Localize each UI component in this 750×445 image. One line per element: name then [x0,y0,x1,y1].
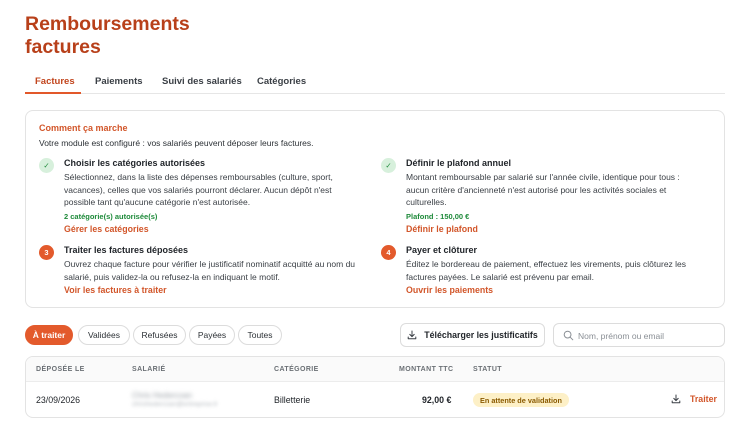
row-category: Billetterie [274,395,311,405]
tab-bar: Factures Paiements Suivi des salariés Ca… [25,70,725,94]
step-categories: ✓ Choisir les catégories autorisées Séle… [39,158,339,238]
step-description: Montant remboursable par salarié sur l'a… [406,172,680,208]
row-date: 23/09/2026 [36,395,81,405]
step-traiter: 3 Traiter les factures déposées Ouvrez c… [39,245,355,301]
tab-suivi-salaries[interactable]: Suivi des salariés [162,76,242,87]
invoices-table: DÉPOSÉE LE SALARIÉ CATÉGORIE MONTANT TTC… [25,356,725,418]
download-icon[interactable] [671,394,681,404]
step-title: Choisir les catégories autorisées [64,158,206,168]
check-icon: ✓ [381,158,396,173]
search-icon [563,330,574,341]
process-invoice-button[interactable]: Traiter [690,394,717,404]
table-row[interactable]: 23/09/2026 Chris Hedercoan chrishedercoa… [26,382,724,417]
filter-validees[interactable]: Validées [78,325,130,345]
search-box [553,323,725,347]
header-date: DÉPOSÉE LE [36,366,85,373]
header-amount: MONTANT TTC [399,366,454,373]
filter-toutes[interactable]: Toutes [238,325,282,345]
filter-a-traiter[interactable]: À traiter [25,325,73,345]
tab-categories[interactable]: Catégories [257,76,306,87]
header-employee: SALARIÉ [132,366,166,373]
download-icon [407,330,417,340]
filter-payees[interactable]: Payées [189,325,235,345]
search-input[interactable] [578,328,720,343]
page-title-line1: Remboursements [25,13,190,35]
step-title: Définir le plafond annuel [406,158,512,168]
filter-refusees[interactable]: Refusées [133,325,186,345]
download-receipts-button[interactable]: Télécharger les justificatifs [400,323,545,347]
how-it-works-card: Comment ça marche Votre module est confi… [25,110,725,308]
manage-categories-link[interactable]: Gérer les catégories [64,224,149,234]
step-description: Ouvrez chaque facture pour vérifier le j… [64,259,356,282]
step-number-badge: 3 [39,245,54,260]
header-status: STATUT [473,366,502,373]
step-title: Payer et clôturer [406,245,478,255]
active-tab-indicator [25,92,81,94]
employee-name: Chris Hedercoan [132,391,193,400]
step-description: Sélectionnez, dans la liste des dépenses… [64,172,333,208]
page-title: Remboursements factures [25,13,285,58]
open-payments-link[interactable]: Ouvrir les paiements [406,285,493,295]
step-title: Traiter les factures déposées [64,245,189,255]
status-badge: En attente de validation [473,393,569,407]
employee-email: chrishedercoan@entreprise.fr [132,401,218,408]
tab-factures[interactable]: Factures [35,76,75,87]
step-status: 2 catégorie(s) autorisée(s) [64,212,158,221]
tab-paiements[interactable]: Paiements [95,76,143,87]
define-ceiling-link[interactable]: Définir le plafond [406,224,478,234]
step-description: Éditez le bordereau de paiement, effectu… [406,259,687,282]
header-category: CATÉGORIE [274,366,319,373]
row-amount: 92,00 € [422,395,452,405]
check-icon: ✓ [39,158,54,173]
how-it-works-subtitle: Votre module est configuré : vos salarié… [39,138,314,148]
step-status: Plafond : 150,00 € [406,212,470,221]
step-plafond: ✓ Définir le plafond annuel Montant remb… [381,158,681,238]
view-invoices-link[interactable]: Voir les factures à traiter [64,285,167,295]
step-number-badge: 4 [381,245,396,260]
how-it-works-title: Comment ça marche [39,123,128,133]
page-title-line2: factures [25,35,101,58]
download-receipts-label: Télécharger les justificatifs [424,330,538,340]
table-header: DÉPOSÉE LE SALARIÉ CATÉGORIE MONTANT TTC… [26,357,724,382]
step-payer: 4 Payer et clôturer Éditez le bordereau … [381,245,686,301]
